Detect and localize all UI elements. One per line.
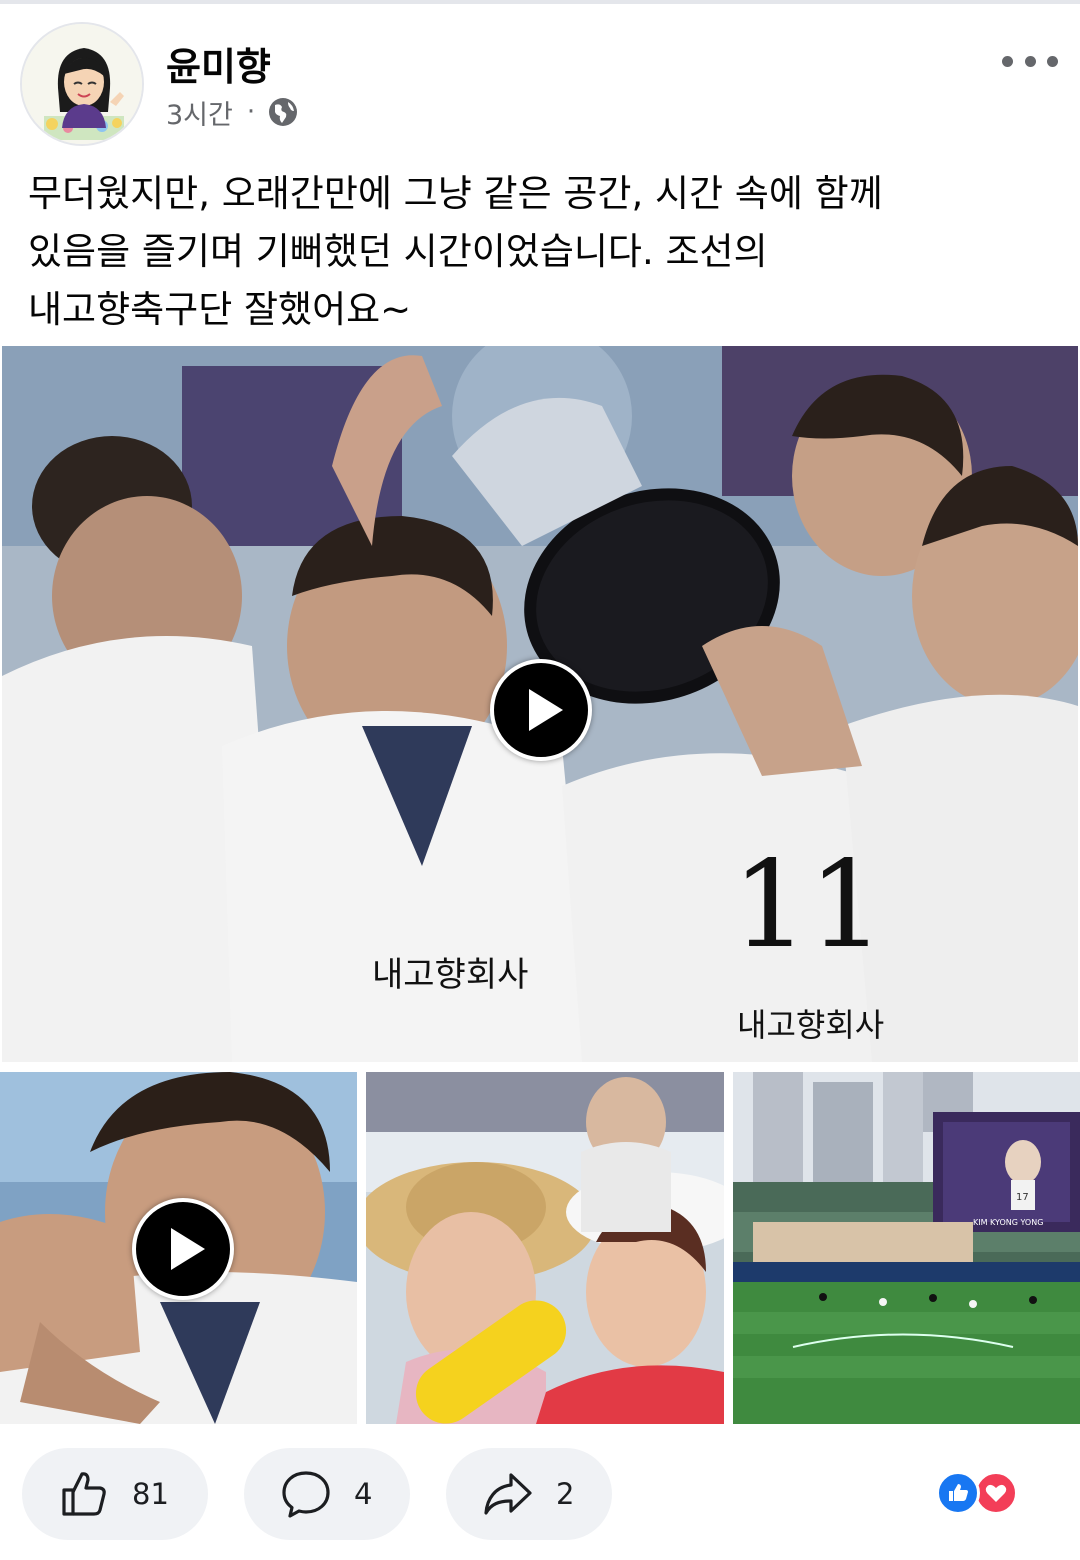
like-reaction-icon xyxy=(936,1471,980,1515)
like-count: 81 xyxy=(132,1477,169,1511)
jersey-text: 내고향회사 xyxy=(372,955,528,995)
author-name[interactable]: 윤미향 xyxy=(166,36,271,91)
more-dot xyxy=(1024,55,1036,67)
play-icon[interactable] xyxy=(490,659,592,761)
photo-thumbnail[interactable] xyxy=(366,1072,724,1424)
post-text-line: 내고향축구단 잘했어요~ xyxy=(28,288,412,331)
more-dot xyxy=(1002,55,1013,67)
photo-thumbnail[interactable]: 17 KIM KYONG YONG xyxy=(733,1072,1080,1424)
love-reaction-icon xyxy=(974,1471,1018,1515)
comment-icon xyxy=(282,1471,330,1518)
share-button[interactable]: 2 xyxy=(446,1448,612,1540)
scoreboard-text: KIM KYONG YONG xyxy=(973,1218,1043,1227)
share-icon xyxy=(484,1473,532,1515)
play-icon[interactable] xyxy=(132,1198,234,1300)
photo-thumbnail-frame xyxy=(366,1072,724,1424)
top-divider xyxy=(0,0,1080,4)
share-count: 2 xyxy=(556,1477,575,1511)
post-text-line: 무더웠지만, 오래간만에 그냥 같은 공간, 시간 속에 함께 xyxy=(28,172,883,215)
meta-separator: · xyxy=(246,97,256,127)
more-dot xyxy=(1047,55,1058,67)
comment-count: 4 xyxy=(354,1477,373,1511)
reactions-summary[interactable] xyxy=(936,1471,1024,1515)
post-time[interactable]: 3시간 xyxy=(166,93,233,132)
like-icon xyxy=(62,1472,106,1516)
post-text: 무더웠지만, 오래간만에 그냥 같은 공간, 시간 속에 함께 있음을 즐기며 … xyxy=(28,165,1058,339)
photo-thumbnail-frame: 17 KIM KYONG YONG xyxy=(733,1072,1080,1424)
more-options-button[interactable] xyxy=(1002,44,1058,78)
jersey-text: 내고향회사 xyxy=(737,1006,884,1044)
post-text-line: 있음을 즐기며 기뻐했던 시간이었습니다. 조선의 xyxy=(28,230,768,273)
globe-icon xyxy=(267,96,299,128)
jersey-number: 11 xyxy=(732,836,885,975)
like-button[interactable]: 81 xyxy=(22,1448,208,1540)
author-avatar[interactable] xyxy=(20,22,144,146)
post-meta: 3시간 · xyxy=(166,93,299,132)
comment-button[interactable]: 4 xyxy=(244,1448,410,1540)
scoreboard-number: 17 xyxy=(1016,1192,1029,1203)
